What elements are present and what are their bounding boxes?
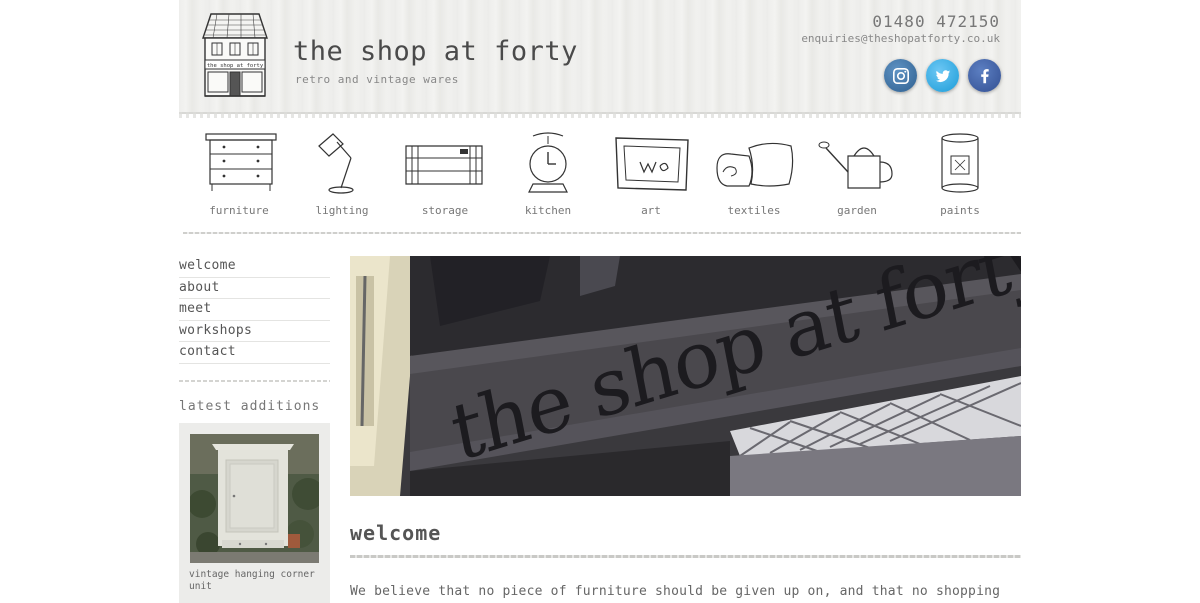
- email-link[interactable]: enquiries@theshopatforty.co.uk: [801, 32, 1000, 45]
- chest-of-drawers-icon: [205, 133, 277, 191]
- site-title[interactable]: the shop at forty: [293, 36, 578, 67]
- sidebar-divider: [179, 380, 330, 382]
- category-label: paints: [940, 204, 980, 217]
- instagram-icon: [892, 67, 909, 84]
- cushion-icon: [716, 142, 794, 187]
- category-label: garden: [837, 204, 877, 217]
- kitchen-scale-icon: [528, 132, 568, 193]
- category-lighting[interactable]: lighting: [292, 128, 392, 228]
- sidebar-item-contact[interactable]: contact: [179, 342, 330, 364]
- sidebar-item-workshops[interactable]: workshops: [179, 321, 330, 342]
- sidebar-item-about[interactable]: about: [179, 278, 330, 299]
- desk-lamp-icon: [318, 133, 354, 194]
- site-header: the shop at forty the shop at forty retr…: [179, 0, 1021, 118]
- category-label: art: [641, 204, 661, 217]
- heading-divider: [350, 555, 1021, 558]
- site-tagline: retro and vintage wares: [295, 73, 459, 86]
- corner-unit-photo[interactable]: [190, 434, 319, 563]
- category-furniture[interactable]: furniture: [189, 128, 289, 228]
- category-textiles[interactable]: textiles: [704, 128, 804, 228]
- latest-additions-title: latest additions: [179, 399, 321, 414]
- intro-paragraph: We believe that no piece of furniture sh…: [350, 584, 1001, 599]
- sidebar-item-welcome[interactable]: welcome: [179, 256, 330, 278]
- twitter-icon: [935, 69, 950, 82]
- house-sign-text: the shop at forty: [207, 63, 264, 69]
- category-kitchen[interactable]: kitchen: [498, 128, 598, 228]
- category-garden[interactable]: garden: [807, 128, 907, 228]
- category-paints[interactable]: paints: [910, 128, 1010, 228]
- latest-item-card[interactable]: vintage hanging corner unit: [179, 423, 330, 603]
- shopfront-photo: the shop at forty: [350, 256, 1021, 496]
- paint-tin-icon: [941, 133, 979, 193]
- hero-image: the shop at forty: [350, 256, 1021, 496]
- page: the shop at forty the shop at forty retr…: [179, 0, 1021, 603]
- crate-icon: [405, 145, 483, 185]
- facebook-icon: [980, 68, 989, 83]
- category-storage[interactable]: storage: [395, 128, 495, 228]
- category-label: textiles: [727, 204, 781, 217]
- category-nav: furniture lighting storage kitchen art t…: [179, 120, 1021, 234]
- instagram-button[interactable]: [884, 59, 917, 92]
- category-label: furniture: [209, 204, 269, 217]
- category-label: kitchen: [524, 204, 572, 217]
- facebook-button[interactable]: [968, 59, 1001, 92]
- category-label: lighting: [315, 204, 369, 217]
- sidebar-menu: welcome about meet workshops contact: [179, 256, 330, 364]
- sidebar-item-meet[interactable]: meet: [179, 299, 330, 321]
- phone-number[interactable]: 01480 472150: [872, 12, 1000, 31]
- picture-frame-icon: [615, 137, 689, 191]
- category-art[interactable]: art: [601, 128, 701, 228]
- latest-item-caption[interactable]: vintage hanging corner unit: [189, 569, 324, 593]
- twitter-button[interactable]: [926, 59, 959, 92]
- page-heading: welcome: [350, 521, 442, 545]
- watering-can-icon: [818, 141, 893, 189]
- shop-house-logo[interactable]: the shop at forty: [199, 10, 271, 100]
- category-label: storage: [421, 204, 469, 217]
